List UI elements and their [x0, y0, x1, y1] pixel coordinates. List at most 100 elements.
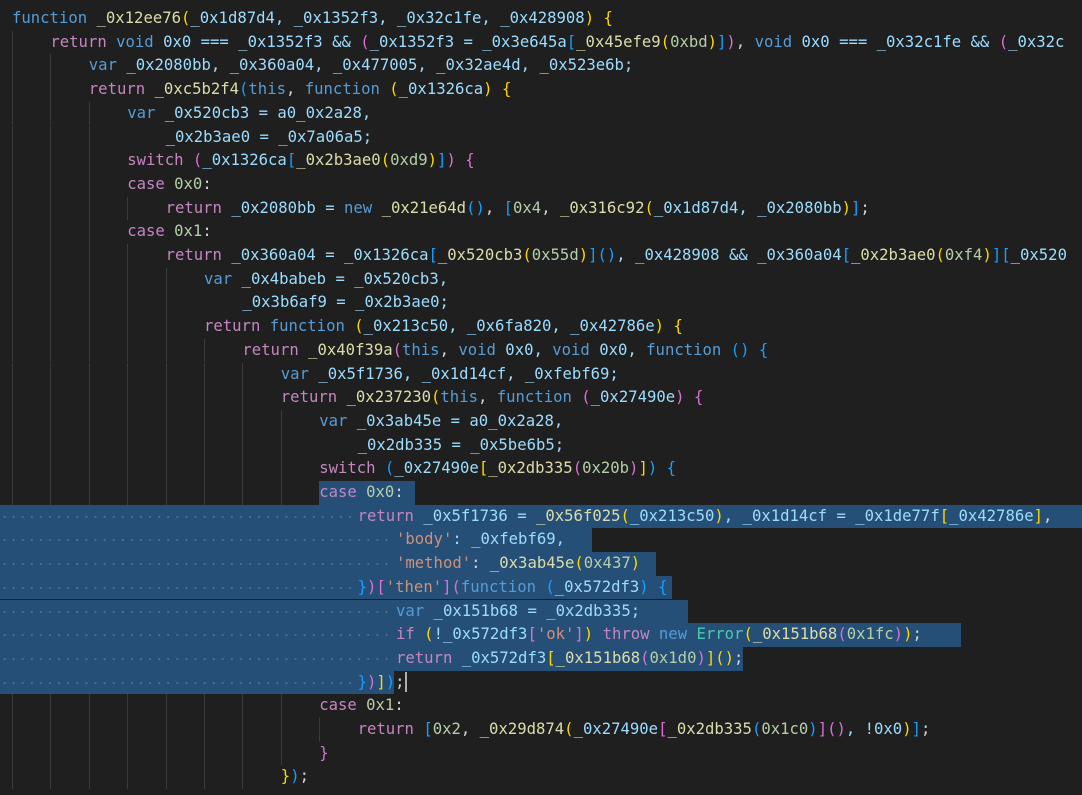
- code-token: function: [269, 317, 345, 336]
- code-line[interactable]: case 0x0:: [0, 172, 1082, 197]
- code-line[interactable]: 'method': _0x3ab45e(0x437): [0, 552, 1082, 576]
- whitespace-markers: [0, 515, 352, 518]
- indent-guide: [50, 433, 52, 458]
- code-token: var: [127, 103, 156, 122]
- code-line[interactable]: return _0x360a04 = _0x1326ca[_0x520cb3(0…: [0, 244, 1082, 268]
- code-text: case 0x0:: [319, 481, 404, 505]
- code-line[interactable]: return _0xc5b2f4(this, function (_0x1326…: [0, 78, 1082, 102]
- whitespace-markers: [0, 563, 390, 566]
- code-token: ): [808, 720, 818, 738]
- indent-guide: [88, 244, 90, 268]
- indent-guide: [204, 765, 205, 790]
- code-line[interactable]: switch (_0x27490e[_0x2db335(0x20b)]) {: [0, 457, 1082, 481]
- code-line[interactable]: _0x2db335 = _0x5be6b5;: [0, 433, 1082, 458]
- indent-guide: [50, 125, 52, 150]
- code-token: _0x2080bb, _0x360a04, _0x477005, _0x32ae…: [116, 56, 634, 75]
- code-line[interactable]: return _0x2080bb = new _0x21e64d (), [0x4…: [0, 196, 1082, 221]
- code-text: case 0x1:: [127, 220, 212, 244]
- code-token: this: [402, 340, 440, 359]
- code-line[interactable]: case 0x1:: [0, 220, 1082, 244]
- indent-guide: [50, 409, 52, 434]
- code-token: ): [446, 151, 456, 170]
- code-line[interactable]: })]);: [0, 670, 1082, 695]
- code-token: (: [564, 720, 574, 738]
- indent-guide: [12, 338, 13, 363]
- indent-guide: [127, 362, 129, 387]
- code-token: ;: [912, 625, 922, 644]
- indent-guide: [127, 718, 129, 742]
- code-token: _0x5f1736, _0x1d14cf, _0xfebf69;: [308, 364, 619, 383]
- code-line[interactable]: var _0x520cb3 = a0_0x2a28,: [0, 101, 1082, 126]
- code-token: (: [522, 246, 532, 264]
- code-line[interactable]: return function (_0x213c50, _0x6fa820, _…: [0, 315, 1082, 339]
- code-line[interactable]: var _0x4babeb = _0x520cb3,: [0, 267, 1082, 292]
- code-line[interactable]: return _0x5f1736 = _0x56f025(_0x213c50),…: [0, 504, 1082, 529]
- code-line[interactable]: switch (_0x1326ca[_0x2b3ae0(0xd9)]) {: [0, 149, 1082, 173]
- code-token: ]: [588, 246, 598, 264]
- code-token: :: [394, 483, 404, 501]
- code-token: {: [501, 80, 512, 99]
- code-token: function: [646, 340, 722, 359]
- indent-guide: [88, 481, 90, 505]
- code-token: 0x1fc: [846, 625, 894, 644]
- code-line[interactable]: });: [0, 765, 1082, 790]
- indent-guide: [204, 362, 205, 387]
- code-token: _0xc5b2f4: [154, 80, 240, 99]
- indent-guide: [127, 267, 129, 292]
- code-line[interactable]: return [0x2, _0x29d874(_0x27490e[_0x2db3…: [0, 718, 1082, 742]
- code-line[interactable]: })['then'](function (_0x572df3) {: [0, 575, 1082, 600]
- code-line[interactable]: _0x3b6af9 = _0x2b3ae0;: [0, 291, 1082, 316]
- code-token: (: [389, 80, 399, 99]
- code-token: _0x572df3: [452, 648, 547, 667]
- code-line[interactable]: var _0x5f1736, _0x1d14cf, _0xfebf69;: [0, 362, 1082, 387]
- code-line[interactable]: }: [0, 741, 1082, 766]
- code-token: 0x1d0: [649, 648, 697, 667]
- code-line[interactable]: case 0x1:: [0, 694, 1082, 718]
- code-token: (: [545, 577, 555, 596]
- indent-guide: [280, 694, 282, 718]
- code-line[interactable]: 'body': _0xfebf69,: [0, 528, 1082, 553]
- code-token: switch: [319, 459, 376, 478]
- code-token: ): [654, 317, 665, 336]
- code-token: (: [597, 246, 607, 264]
- code-token: function: [460, 577, 536, 596]
- code-token: (: [354, 317, 364, 336]
- indent-guide: [12, 101, 13, 126]
- code-token: 0x4: [513, 198, 542, 217]
- code-token: _0x21e64d: [381, 198, 467, 217]
- code-text: var _0x3ab45e = a0_0x2a28,: [319, 410, 563, 434]
- code-token: ): [427, 151, 438, 170]
- code-line[interactable]: return _0x40f39a(this, void 0x0, void 0x…: [0, 338, 1082, 363]
- code-line[interactable]: var _0x2080bb, _0x360a04, _0x477005, _0x…: [0, 54, 1082, 79]
- code-line[interactable]: case 0x0:: [0, 481, 1082, 505]
- code-line[interactable]: return _0x572df3[_0x151b68(0x1d0)]();: [0, 646, 1082, 671]
- indent-guide: [127, 315, 129, 339]
- code-line[interactable]: return _0x237230(this, function (_0x2749…: [0, 386, 1082, 410]
- indent-guide: [242, 481, 244, 505]
- indent-guide: [165, 267, 167, 292]
- indent-guide: [242, 433, 244, 458]
- indent-guide: [50, 481, 52, 505]
- code-token: : _0xfebf69,: [452, 530, 566, 549]
- code-token: case: [127, 174, 165, 193]
- code-text: return _0x5f1736 = _0x56f025(_0x213c50),…: [358, 505, 1062, 529]
- code-token: ): [982, 246, 992, 264]
- indent-guide: [280, 718, 282, 742]
- code-token: ): [366, 577, 377, 596]
- indent-guide: [88, 694, 90, 718]
- code-token: _0x237230: [346, 388, 432, 407]
- indent-guide: [165, 433, 167, 458]
- indent-guide: [165, 409, 167, 434]
- code-line[interactable]: _0x2b3ae0 = _0x7a06a5;: [0, 125, 1082, 150]
- code-editor[interactable]: function _0x12ee76(_0x1d87d4, _0x1352f3,…: [0, 0, 1082, 795]
- code-line[interactable]: if (!_0x572df3['ok']) throw new Error(_0…: [0, 623, 1082, 647]
- code-line[interactable]: return void 0x0 === _0x1352f3 && (_0x135…: [0, 30, 1082, 55]
- code-line[interactable]: var _0x3ab45e = a0_0x2a28,: [0, 409, 1082, 434]
- code-token: [: [286, 151, 297, 170]
- code-line[interactable]: function _0x12ee76(_0x1d87d4, _0x1352f3,…: [0, 7, 1082, 31]
- code-line[interactable]: var _0x151b68 = _0x2db335;: [0, 599, 1082, 624]
